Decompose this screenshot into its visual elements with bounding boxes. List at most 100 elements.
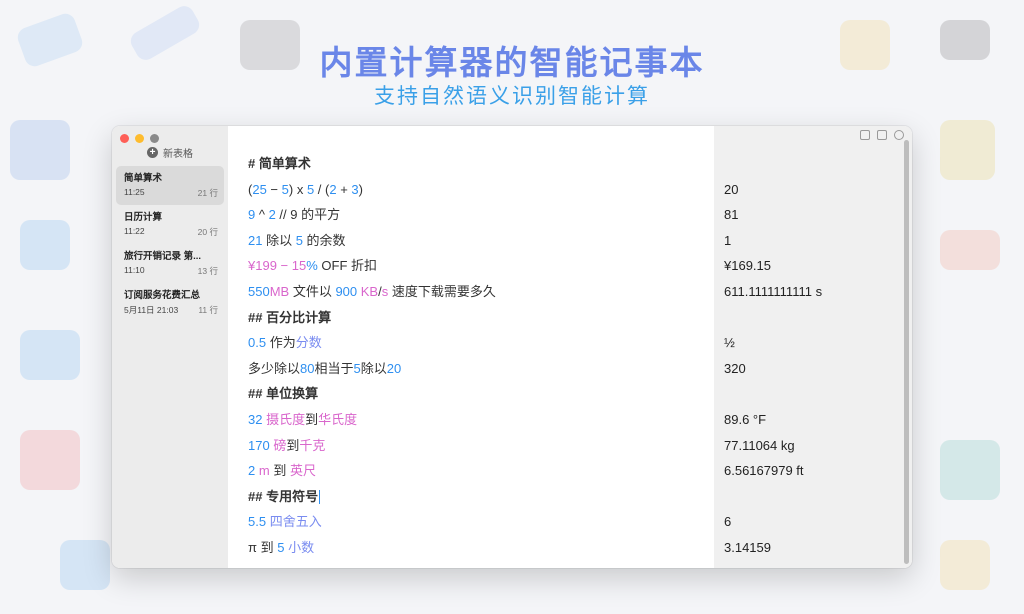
token: 文件以 [289, 284, 336, 299]
hero-subtitle: 支持自然语义识别智能计算 [374, 85, 650, 108]
token: 900 [335, 284, 358, 299]
token: 2 [329, 181, 337, 197]
editor-line[interactable]: π 到 5 小数 [248, 535, 314, 561]
token: + [336, 181, 352, 197]
close-button[interactable] [120, 134, 129, 143]
token: 华氏度 [318, 412, 358, 427]
token: 到 [269, 463, 290, 479]
document-item[interactable]: 日历计算 11:22 20 行 [116, 205, 224, 244]
plus-icon: + [147, 147, 158, 158]
document-line-count: 21 行 [197, 188, 218, 198]
token: ## 百分比计算 [248, 309, 332, 325]
token: 2 [268, 207, 276, 223]
token: # 简单算术 [248, 156, 311, 171]
token: 到 [305, 412, 319, 427]
editor-line[interactable]: 5.5 四舍五入 [248, 509, 322, 535]
token: m [258, 463, 270, 479]
result-value: 6.56167979 ft [724, 463, 804, 479]
document-item[interactable]: 订阅服务花费汇总 5月11日 21:03 11 行 [116, 283, 224, 322]
split-view-icon[interactable] [877, 130, 887, 140]
token: − [276, 258, 292, 274]
token: 千克 [299, 437, 326, 453]
token: 0.5 [248, 335, 267, 351]
result-value: ½ [724, 335, 735, 351]
token: % [306, 258, 318, 274]
sidebar-toggle-icon[interactable] [860, 130, 870, 140]
window-controls [120, 134, 159, 143]
token: 170 [248, 437, 270, 453]
token: 5 [281, 181, 289, 197]
document-line-count: 11 行 [198, 305, 218, 315]
editor-line[interactable]: (25 − 5) x 5 / (2 + 3) [248, 177, 363, 203]
token: 21 [248, 232, 263, 248]
token: 20 [386, 360, 402, 376]
document-title: 旅行开销记录 第... [124, 251, 202, 262]
token: OFF 折扣 [317, 258, 377, 274]
zoom-button[interactable] [150, 134, 159, 143]
editor-line[interactable]: 多少除以80相当于5除以20 [248, 356, 401, 382]
document-line-count: 13 行 [197, 266, 218, 276]
token: − [266, 181, 282, 197]
result-value: 81 [724, 207, 739, 223]
app-window: + 新表格 简单算术 11:25 21 行 日历计算 11:22 20 行 旅行… [112, 126, 912, 568]
result-value: ¥169.15 [724, 258, 771, 274]
document-time: 11:10 [124, 265, 145, 275]
document-title: 简单算术 [124, 173, 163, 184]
text-cursor [319, 490, 321, 505]
token: 相当于 [314, 360, 354, 376]
minimize-button[interactable] [135, 134, 144, 143]
section-heading[interactable]: ## 百分比计算 [248, 305, 331, 331]
document-time: 5月11日 21:03 [124, 305, 179, 315]
token: ) x [288, 181, 307, 197]
settings-icon[interactable] [894, 130, 904, 140]
token: 分数 [295, 335, 322, 351]
token: 除以 [360, 360, 387, 376]
editor-line[interactable]: 2 m 到 英尺 [248, 458, 316, 484]
token: ) [358, 181, 363, 197]
token: π 到 [248, 540, 278, 555]
token: 的余数 [302, 232, 346, 248]
token: ## 专用符号 [248, 488, 319, 504]
editor-pane[interactable]: # 简单算术 (25 − 5) x 5 / (2 + 3) 9 ^ 2 // 9 的… [228, 126, 714, 568]
results-pane: 20 81 1 ¥169.15 611.1111111111 s ½ 320 89.6 °F 7… [714, 126, 912, 568]
token: 磅 [273, 437, 287, 453]
editor-line[interactable]: ¥199 − 15% OFF 折扣 [248, 253, 377, 279]
document-time: 11:22 [124, 226, 145, 236]
document-time: 11:25 [124, 187, 145, 197]
result-value: 320 [724, 360, 746, 376]
token: ^ [255, 207, 269, 223]
token: 四舍五入 [269, 514, 322, 530]
result-value: 89.6 °F [724, 412, 767, 427]
result-value: 77.11064 kg [724, 437, 795, 453]
section-heading[interactable]: # 简单算术 [248, 151, 311, 177]
token: 5.5 [248, 514, 267, 530]
document-title: 日历计算 [124, 212, 163, 223]
token: 摄氏度 [266, 412, 306, 427]
editor-line[interactable]: 0.5 作为分数 [248, 330, 322, 356]
document-item[interactable]: 旅行开销记录 第... 11:10 13 行 [116, 244, 224, 283]
token: 32 [248, 412, 263, 427]
section-heading[interactable]: ## 专用符号 [248, 484, 321, 510]
token: 5 [353, 360, 361, 376]
document-item[interactable]: 简单算术 11:25 21 行 [116, 166, 224, 205]
editor-line[interactable]: 32 摄氏度到华氏度 [248, 407, 357, 433]
scrollbar[interactable] [904, 140, 909, 564]
new-sheet-button[interactable]: + 新表格 [112, 145, 228, 160]
hero-title: 内置计算器的智能记事本 [319, 44, 705, 81]
token: ¥199 [248, 258, 277, 274]
editor-line[interactable]: 21 除以 5 的余数 [248, 228, 346, 254]
toolbar [860, 130, 904, 140]
editor-line[interactable]: 9 ^ 2 // 9 的平方 [248, 202, 340, 228]
editor-line[interactable]: 170 磅到千克 [248, 433, 325, 459]
token: 到 [286, 437, 300, 453]
token: 550 [248, 284, 270, 299]
token: MB [269, 284, 290, 299]
token: KB [357, 284, 379, 299]
section-heading[interactable]: ## 单位换算 [248, 381, 318, 407]
token: 5 [295, 232, 303, 248]
editor-line[interactable]: 550MB 文件以 900 KB/s 速度下载需要多久 [248, 279, 496, 305]
token: 25 [252, 181, 267, 197]
document-line-count: 20 行 [197, 227, 218, 237]
token: // 9 的平方 [275, 207, 341, 223]
result-value: 20 [724, 181, 739, 197]
